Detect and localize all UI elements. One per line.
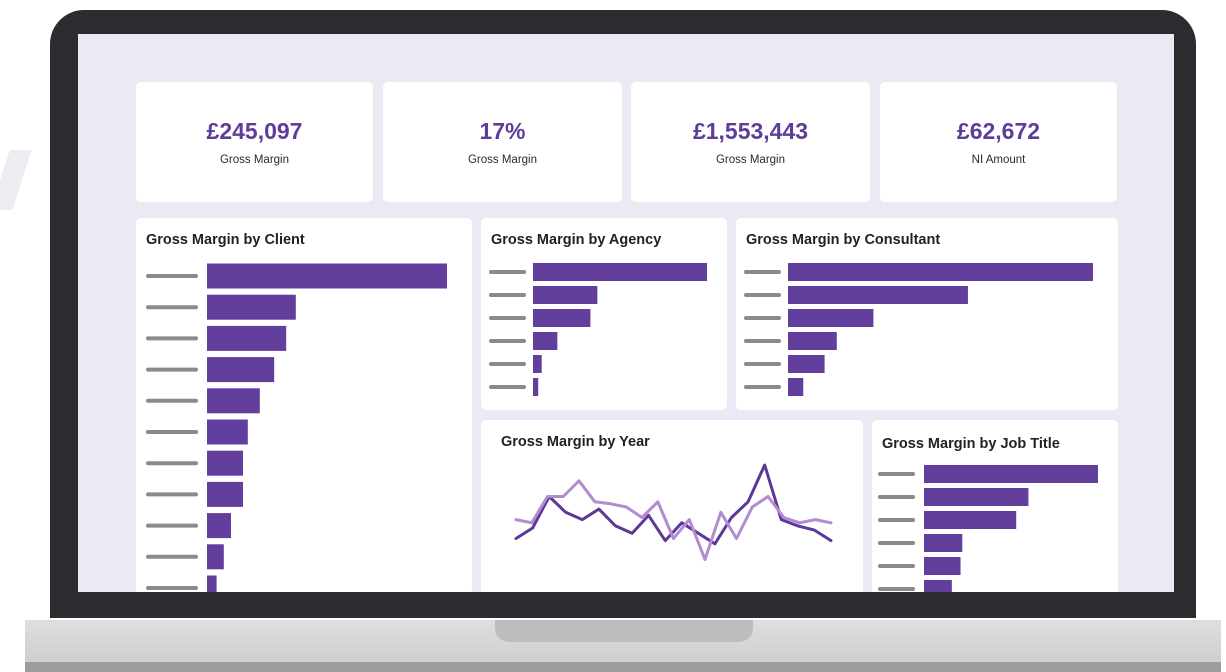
bar-chart-agency [489, 263, 707, 396]
kpi-value: £245,097 [206, 118, 303, 144]
bar[interactable] [207, 450, 243, 476]
category-label-placeholder [489, 293, 526, 297]
category-label-placeholder [744, 270, 781, 274]
bar[interactable] [207, 544, 224, 570]
bar[interactable] [788, 309, 874, 327]
bar[interactable] [533, 309, 591, 327]
kpi-value: £62,672 [956, 118, 1041, 144]
kpi-value: £1,553,443 [692, 118, 809, 144]
category-label-placeholder [744, 385, 781, 389]
category-label-placeholder [146, 367, 198, 372]
category-label-placeholder [878, 472, 915, 476]
bar[interactable] [788, 286, 968, 304]
bar[interactable] [207, 481, 243, 507]
bar[interactable] [924, 465, 1098, 483]
dashboard-screen: £245,097 Gross Margin 17% Gross Margin £… [78, 34, 1174, 592]
bar[interactable] [788, 355, 825, 373]
category-label-placeholder [489, 316, 526, 320]
kpi-card-ni-amount[interactable]: £62,672 NI Amount [880, 82, 1117, 202]
bar[interactable] [924, 580, 952, 592]
category-label-placeholder [146, 398, 198, 403]
kpi-label: NI Amount [971, 154, 1026, 166]
bar-chart-job-title [878, 465, 1098, 592]
category-label-placeholder [489, 339, 526, 343]
bar[interactable] [207, 575, 217, 593]
kpi-label: Gross Margin [467, 154, 538, 166]
category-label-placeholder [146, 274, 198, 278]
kpi-card-gross-margin-amount[interactable]: £245,097 Gross Margin [136, 82, 373, 202]
bar[interactable] [207, 419, 248, 445]
category-label-placeholder [146, 554, 198, 559]
category-label-placeholder [146, 492, 198, 497]
category-label-placeholder [878, 541, 915, 545]
bar[interactable] [207, 325, 287, 351]
bar[interactable] [533, 263, 707, 281]
bar[interactable] [924, 557, 961, 575]
category-label-placeholder [146, 430, 198, 434]
category-label-placeholder [146, 461, 198, 466]
bar[interactable] [207, 357, 275, 383]
chart-panel-client[interactable]: Gross Margin by Client [136, 218, 472, 592]
bar[interactable] [924, 534, 963, 552]
category-label-placeholder [744, 362, 781, 366]
category-label-placeholder [878, 518, 915, 522]
category-label-placeholder [878, 495, 915, 499]
category-label-placeholder [146, 336, 198, 341]
bar[interactable] [207, 513, 231, 539]
background-stripe [0, 150, 32, 210]
category-label-placeholder [878, 564, 915, 568]
bar[interactable] [788, 263, 1093, 281]
category-label-placeholder [489, 362, 526, 366]
chart-panel-year[interactable]: Gross Margin by Year [481, 420, 863, 592]
kpi-label: Gross Margin [219, 154, 290, 166]
line-chart-year [514, 463, 833, 561]
bar[interactable] [788, 378, 804, 396]
chart-panel-consultant[interactable]: Gross Margin by Consultant [736, 218, 1118, 410]
bar[interactable] [924, 488, 1029, 506]
category-label-placeholder [744, 339, 781, 343]
category-label-placeholder [744, 293, 781, 297]
category-label-placeholder [146, 586, 198, 590]
kpi-value: 17% [479, 118, 526, 144]
chart-panel-job-title[interactable]: Gross Margin by Job Title [872, 420, 1118, 592]
bar[interactable] [533, 286, 598, 304]
bar[interactable] [207, 263, 447, 289]
kpi-label: Gross Margin [715, 154, 786, 166]
laptop-notch [495, 620, 753, 642]
laptop-base-edge [25, 662, 1221, 672]
bar[interactable] [533, 355, 542, 373]
category-label-placeholder [489, 270, 526, 274]
category-label-placeholder [146, 523, 198, 528]
bar[interactable] [788, 332, 837, 350]
category-label-placeholder [146, 305, 198, 310]
bar-chart-client [146, 263, 447, 593]
bar[interactable] [207, 388, 260, 414]
kpi-card-gross-margin-total[interactable]: £1,553,443 Gross Margin [631, 82, 870, 202]
bar-chart-consultant [744, 263, 1093, 396]
bar[interactable] [924, 511, 1017, 529]
bar[interactable] [207, 294, 296, 320]
line-series-1[interactable] [514, 463, 833, 546]
category-label-placeholder [878, 587, 915, 591]
category-label-placeholder [489, 385, 526, 389]
chart-panel-agency[interactable]: Gross Margin by Agency [481, 218, 727, 410]
category-label-placeholder [744, 316, 781, 320]
bar[interactable] [533, 332, 558, 350]
kpi-card-gross-margin-percent[interactable]: 17% Gross Margin [383, 82, 622, 202]
bar[interactable] [533, 378, 539, 396]
